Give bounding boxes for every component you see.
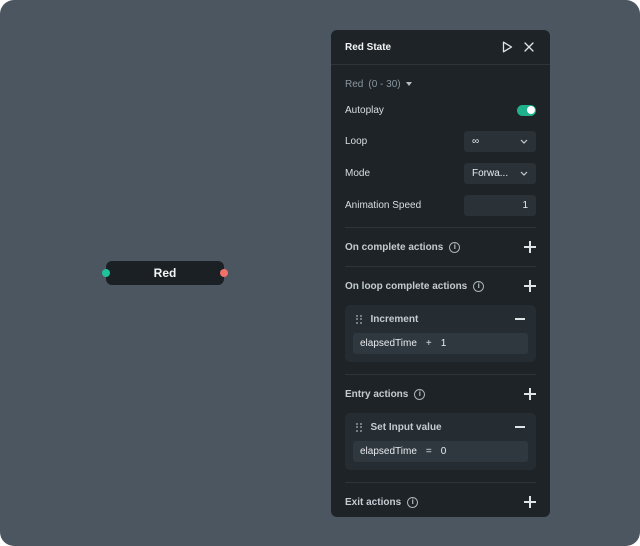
info-icon[interactable]: i [407,496,419,508]
caret-down-icon [405,82,412,86]
animation-name: Red [345,78,364,90]
section-label: On loop complete actions [345,280,468,292]
speed-label: Animation Speed [345,199,422,211]
action-value: 1 [440,338,447,349]
section-label: Entry actions [345,388,409,400]
action-variable: elapsedTime [360,446,417,457]
state-machine-canvas[interactable]: Red Red State Red (0 - 30) Autoplay Loop… [0,0,640,546]
action-title: Increment [370,313,419,325]
state-node-red[interactable]: Red [102,261,228,285]
entry-actions-header: Entry actions i [331,375,550,413]
chevron-down-icon [520,171,528,176]
mode-select[interactable]: Forwa... [464,162,536,184]
action-operator: + [425,338,432,349]
action-card-increment: Increment elapsedTime + 1 [345,305,536,362]
state-node-label: Red [153,266,177,280]
exit-actions-header: Exit actions i [331,483,550,517]
add-action-button[interactable] [524,280,536,292]
animation-dropdown[interactable]: Red (0 - 30) [345,65,536,103]
add-action-button[interactable] [524,388,536,400]
on-complete-actions-header: On complete actions i [331,228,550,266]
drag-handle-icon[interactable] [356,314,362,324]
remove-action-button[interactable] [515,318,525,320]
close-icon[interactable] [522,40,536,54]
loop-value: ∞ [472,135,480,147]
chevron-down-icon [520,139,528,144]
action-card-set-input: Set Input value elapsedTime = 0 [345,413,536,470]
section-label: On complete actions [345,241,444,253]
loop-label: Loop [345,135,368,147]
action-card-header: Increment [353,305,528,333]
loop-select[interactable]: ∞ [464,130,536,152]
action-card-header: Set Input value [353,413,528,441]
info-icon[interactable]: i [449,241,461,253]
speed-input[interactable]: 1 [464,194,536,216]
panel-title: Red State [345,41,392,53]
info-icon[interactable]: i [414,388,426,400]
speed-row: Animation Speed 1 [345,189,536,221]
autoplay-row: Autoplay [345,99,536,121]
action-value: 0 [440,446,447,457]
action-expression[interactable]: elapsedTime + 1 [353,333,528,354]
autoplay-label: Autoplay [345,104,384,116]
play-icon[interactable] [500,40,514,54]
output-port[interactable] [220,269,228,277]
section-label: Exit actions [345,496,402,508]
autoplay-toggle[interactable] [517,104,536,116]
panel-header: Red State [331,30,550,65]
remove-action-button[interactable] [515,426,525,428]
action-expression[interactable]: elapsedTime = 0 [353,441,528,462]
mode-row: Mode Forwa... [345,157,536,189]
action-operator: = [425,446,432,457]
toggle-knob [526,106,535,114]
mode-label: Mode [345,167,371,179]
on-loop-complete-actions-header: On loop complete actions i [331,267,550,305]
add-action-button[interactable] [524,241,536,253]
drag-handle-icon[interactable] [356,422,362,432]
loop-row: Loop ∞ [345,125,536,157]
state-inspector-panel: Red State Red (0 - 30) Autoplay Loop ∞ M… [331,30,550,517]
action-title: Set Input value [370,421,442,433]
input-port[interactable] [102,269,110,277]
mode-value: Forwa... [472,167,509,179]
animation-range: (0 - 30) [368,78,401,90]
add-action-button[interactable] [524,496,536,508]
info-icon[interactable]: i [473,280,485,292]
action-variable: elapsedTime [360,338,417,349]
